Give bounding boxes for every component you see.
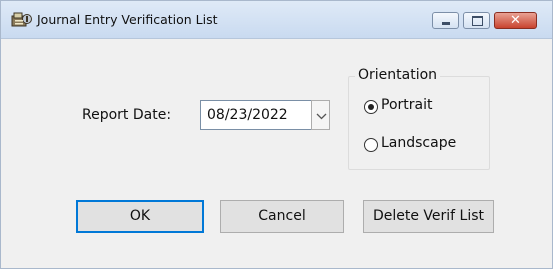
portrait-radio[interactable] [364,100,378,114]
orientation-legend: Orientation [355,67,441,83]
radio-selected-dot [368,104,374,110]
landscape-label[interactable]: Landscape [381,135,456,151]
close-button[interactable]: ✕ [494,12,537,29]
report-date-label: Report Date: [82,107,172,123]
portrait-label[interactable]: Portrait [381,97,432,113]
delete-verif-list-button[interactable]: Delete Verif List [363,200,494,233]
maximize-icon[interactable] [463,12,490,29]
cancel-button[interactable]: Cancel [220,200,344,233]
app-icon [11,11,33,27]
title-bar[interactable]: Journal Entry Verification List ✕ [1,1,552,39]
chevron-down-icon [316,113,327,120]
landscape-radio[interactable] [364,138,378,152]
ok-button[interactable]: OK [76,200,204,233]
minimize-icon[interactable] [432,12,459,29]
orientation-group: Orientation Portrait Landscape [348,67,490,170]
date-dropdown-button[interactable] [311,100,330,130]
window-title: Journal Entry Verification List [37,12,218,27]
dialog-body: Report Date: 08/23/2022 Orientation Port… [9,40,544,261]
close-icon: ✕ [510,13,521,28]
dialog-window: Journal Entry Verification List ✕ Report… [0,0,553,269]
report-date-input[interactable]: 08/23/2022 [200,100,320,130]
